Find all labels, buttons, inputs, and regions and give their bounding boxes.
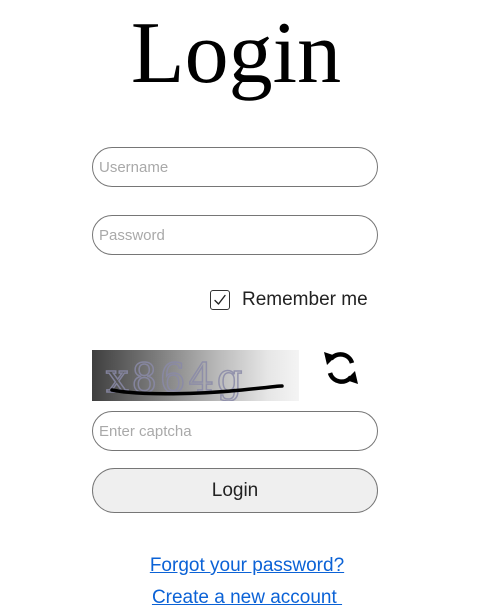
password-input[interactable]	[92, 215, 378, 255]
username-input[interactable]	[92, 147, 378, 187]
refresh-captcha-button[interactable]	[318, 342, 364, 394]
page-title: Login	[130, 5, 342, 102]
captcha-input[interactable]	[92, 411, 378, 451]
remember-me-label: Remember me	[242, 289, 368, 310]
login-button[interactable]: Login	[92, 468, 378, 513]
captcha-image: x864g	[92, 350, 299, 401]
refresh-icon	[324, 352, 358, 384]
forgot-password-link[interactable]: Forgot your password?	[0, 555, 482, 577]
checkmark-icon	[214, 294, 226, 305]
remember-me-checkbox[interactable]	[210, 290, 230, 310]
login-page: Login Remember me x864g Login Forgot you…	[0, 0, 482, 614]
create-account-link[interactable]: Create a new account	[0, 587, 482, 609]
remember-me-toggle[interactable]: Remember me	[210, 288, 368, 312]
